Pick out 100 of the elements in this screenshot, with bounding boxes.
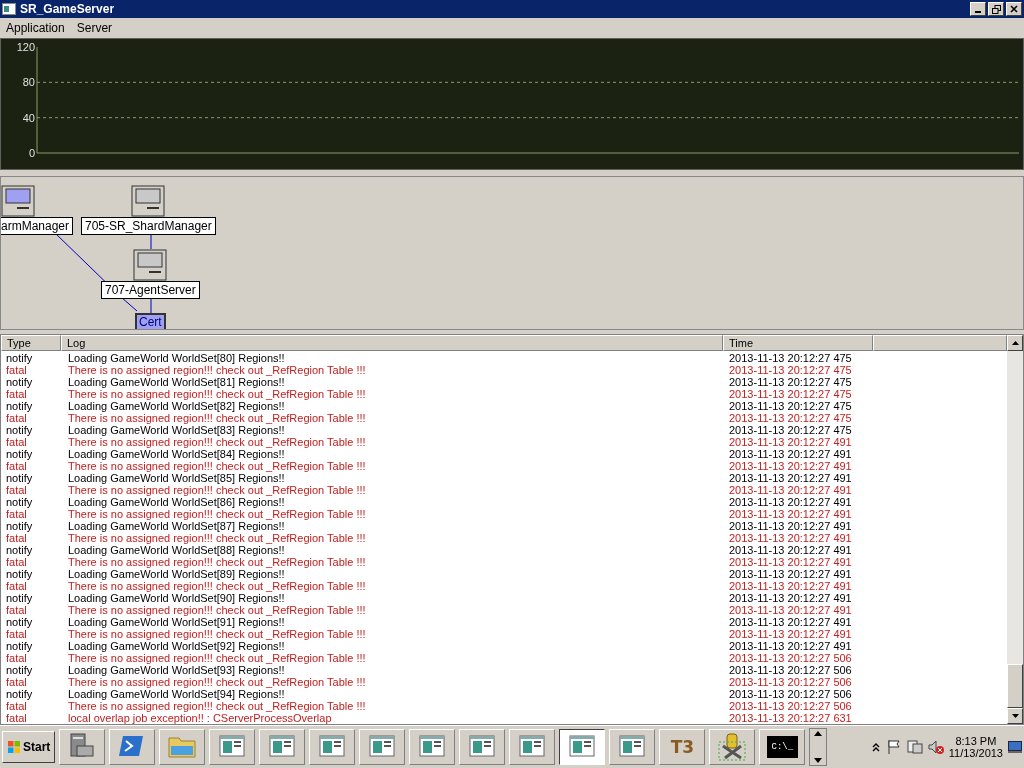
- table-cell-text: fatal: [5, 460, 28, 472]
- table-cell-text: notify: [5, 376, 34, 388]
- axis-label: 80: [21, 76, 35, 89]
- restore-button[interactable]: [988, 2, 1004, 16]
- table-cell-text: 2013-11-13 20:12:27 506: [728, 676, 853, 688]
- connector-line: [150, 296, 152, 314]
- node-label: 705-SR_ShardManager: [81, 217, 216, 235]
- start-button[interactable]: Start: [2, 731, 56, 763]
- menu-item[interactable]: Server: [70, 21, 119, 35]
- table-cell-text: 2013-11-13 20:12:27 491: [728, 436, 853, 448]
- down-arrow-icon: [1011, 714, 1019, 718]
- table-cell-text: There is no assigned region!!! check out _RefRegion Table !!!: [67, 580, 367, 592]
- axis-label: 0: [27, 147, 35, 159]
- table-cell-text: Loading GameWorld WorldSet[86] Regions!!: [67, 496, 286, 508]
- table-cell-text: fatal: [5, 652, 28, 664]
- table-cell-text: fatal: [5, 676, 28, 688]
- table-cell-text: 2013-11-13 20:12:27 475: [728, 376, 853, 388]
- table-cell-text: notify: [5, 688, 34, 700]
- restore-icon: [991, 4, 1001, 14]
- window-title: SR_GameServer: [20, 2, 115, 16]
- table-cell-text: notify: [5, 616, 34, 628]
- table-cell-text: 2013-11-13 20:12:27 491: [728, 472, 853, 484]
- connector-line: [150, 232, 152, 250]
- table-cell-text: notify: [5, 496, 34, 508]
- table-cell-text: 2013-11-13 20:12:27 475: [728, 400, 853, 412]
- up-arrow-icon: [1011, 341, 1019, 345]
- table-cell-text: notify: [5, 568, 34, 580]
- taskbar-button[interactable]: T3: [659, 729, 706, 765]
- column-header[interactable]: Time: [723, 335, 873, 351]
- column-header[interactable]: Log: [61, 335, 723, 351]
- column-header[interactable]: [873, 335, 1007, 351]
- taskbar-button[interactable]: [559, 729, 606, 765]
- table-cell-text: fatal: [5, 412, 28, 424]
- table-cell-text: 2013-11-13 20:12:27 506: [728, 700, 853, 712]
- table-cell-text: fatal: [5, 484, 28, 496]
- tools-icon: [717, 732, 748, 762]
- table-cell-text: fatal: [5, 556, 28, 568]
- table-cell-text: notify: [5, 592, 34, 604]
- table-cell-text: 2013-11-13 20:12:27 491: [728, 520, 853, 532]
- table-cell-text: 2013-11-13 20:12:27 491: [728, 532, 853, 544]
- table-cell-text: notify: [5, 664, 34, 676]
- minimize-button[interactable]: [970, 2, 986, 16]
- table-cell-text: There is no assigned region!!! check out _RefRegion Table !!!: [67, 508, 367, 520]
- taskbar-scroll[interactable]: [809, 728, 828, 766]
- table-cell-text: 2013-11-13 20:12:27 491: [728, 580, 853, 592]
- clock[interactable]: 8:13 PM 11/13/2013: [948, 735, 1003, 759]
- table-cell-text: Loading GameWorld WorldSet[94] Regions!!: [67, 688, 286, 700]
- table-cell-text: Loading GameWorld WorldSet[91] Regions!!: [67, 616, 286, 628]
- table-cell-text: There is no assigned region!!! check out _RefRegion Table !!!: [67, 604, 367, 616]
- table-cell-text: There is no assigned region!!! check out _RefRegion Table !!!: [67, 388, 367, 400]
- table-cell-text: 2013-11-13 20:12:27 475: [728, 352, 853, 364]
- table-cell-text: fatal: [5, 436, 28, 448]
- table-cell-text: 2013-11-13 20:12:27 491: [728, 604, 853, 616]
- table-cell-text: Loading GameWorld WorldSet[93] Regions!!: [67, 664, 286, 676]
- scrollbar[interactable]: [1007, 335, 1023, 724]
- table-cell-text: There is no assigned region!!! check out _RefRegion Table !!!: [67, 532, 367, 544]
- table-cell-text: Loading GameWorld WorldSet[84] Regions!!: [67, 448, 286, 460]
- column-header[interactable]: Type: [1, 335, 61, 351]
- table-cell-text: notify: [5, 448, 34, 460]
- node-label: 707-AgentServer: [101, 281, 200, 299]
- table-cell-text: 2013-11-13 20:12:27 491: [728, 544, 853, 556]
- table-cell-text: There is no assigned region!!! check out _RefRegion Table !!!: [67, 628, 367, 640]
- windows-logo-icon: [7, 740, 21, 754]
- table-cell-text: 2013-11-13 20:12:27 506: [728, 688, 853, 700]
- table-cell-text: There is no assigned region!!! check out _RefRegion Table !!!: [67, 700, 367, 712]
- table-cell-text: 2013-11-13 20:12:27 491: [728, 484, 853, 496]
- table-cell-text: 2013-11-13 20:12:27 475: [728, 364, 853, 376]
- table-cell-text: There is no assigned region!!! check out _RefRegion Table !!!: [67, 364, 367, 376]
- down-arrow-icon: [813, 757, 824, 765]
- window-icon: [2, 3, 16, 15]
- chevron-icon: [870, 741, 881, 753]
- menu-item[interactable]: Application: [0, 21, 71, 35]
- table-cell-text: Loading GameWorld WorldSet[89] Regions!!: [67, 568, 286, 580]
- table-cell-text: local overlap job exception!! : CServerProcessOverlap: [67, 712, 333, 724]
- table-cell-text: 2013-11-13 20:12:27 506: [728, 652, 853, 664]
- table-cell-text: 2013-11-13 20:12:27 491: [728, 460, 853, 472]
- table-cell-text: Loading GameWorld WorldSet[81] Regions!!: [67, 376, 286, 388]
- table-cell-text: 2013-11-13 20:12:27 491: [728, 496, 853, 508]
- table-cell-text: 2013-11-13 20:12:27 491: [728, 556, 853, 568]
- table-cell-text: Loading GameWorld WorldSet[92] Regions!!: [67, 640, 286, 652]
- table-cell-text: 2013-11-13 20:12:27 475: [728, 388, 853, 400]
- close-button[interactable]: [1006, 2, 1022, 16]
- table-cell-text: fatal: [5, 628, 28, 640]
- up-arrow-icon: [813, 729, 824, 737]
- speaker-muted-icon: [927, 739, 944, 755]
- table-cell-text: notify: [5, 520, 34, 532]
- desktop-icon: [1008, 741, 1022, 753]
- table-cell-text: notify: [5, 400, 34, 412]
- scroll-thumb[interactable]: [1007, 664, 1023, 708]
- table-cell-text: 2013-11-13 20:12:27 475: [728, 424, 853, 436]
- table-cell-text: There is no assigned region!!! check out _RefRegion Table !!!: [67, 556, 367, 568]
- table-cell-text: 2013-11-13 20:12:27 491: [728, 628, 853, 640]
- table-cell-text: Loading GameWorld WorldSet[87] Regions!!: [67, 520, 286, 532]
- table-cell-text: There is no assigned region!!! check out _RefRegion Table !!!: [67, 412, 367, 424]
- table-cell-text: There is no assigned region!!! check out _RefRegion Table !!!: [67, 460, 367, 472]
- table-cell-text: There is no assigned region!!! check out _RefRegion Table !!!: [67, 484, 367, 496]
- table-cell-text: Loading GameWorld WorldSet[90] Regions!!: [67, 592, 286, 604]
- taskbar-button[interactable]: C:\_: [759, 729, 806, 765]
- table-cell-text: 2013-11-13 20:12:27 491: [728, 508, 853, 520]
- table-cell-text: fatal: [5, 532, 28, 544]
